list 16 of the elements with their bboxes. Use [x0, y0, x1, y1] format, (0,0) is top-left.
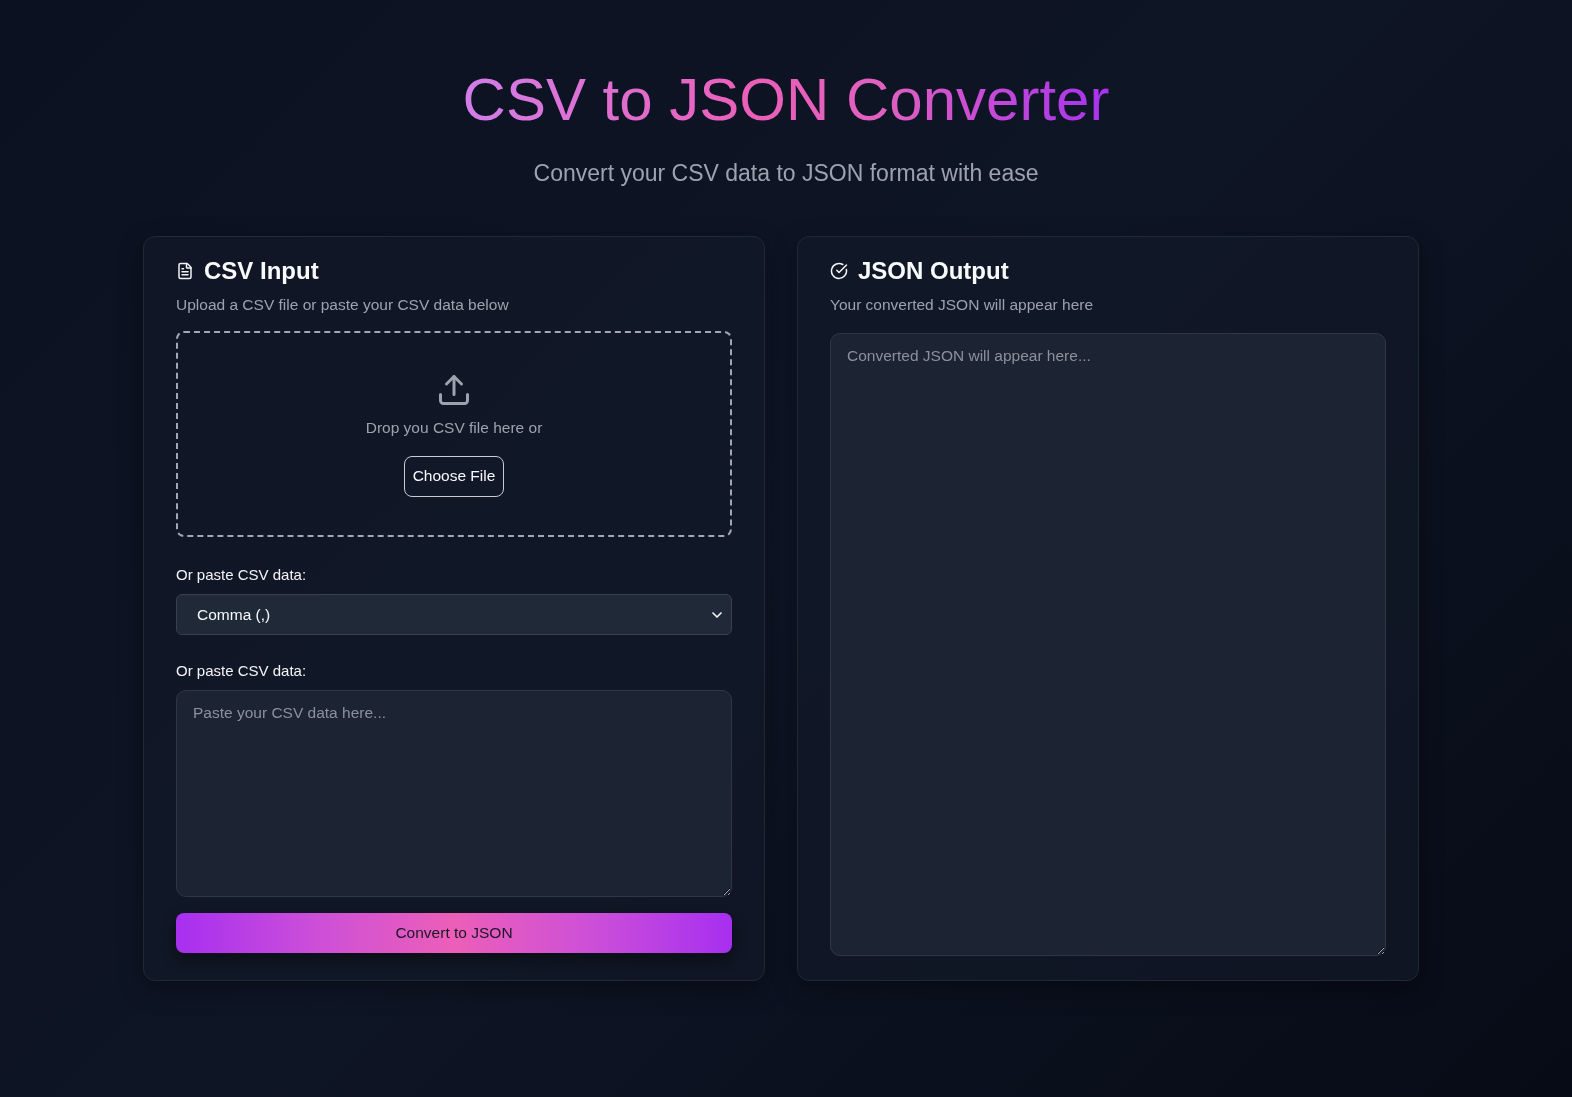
csv-data-field[interactable]: Paste your CSV data here... — [176, 690, 732, 897]
document-icon — [176, 262, 194, 280]
json-output-field[interactable]: Converted JSON will appear here... — [830, 333, 1386, 956]
delimiter-select[interactable]: Comma (,) — [176, 594, 732, 635]
page-subtitle: Convert your CSV data to JSON format with ease — [533, 159, 1039, 188]
field-label: Or paste CSV data: — [176, 565, 308, 585]
card-description: Upload a CSV file or paste your CSV data below — [176, 295, 510, 315]
field-label: Or paste CSV data: — [176, 661, 308, 681]
convert-button[interactable]: Convert to JSON — [176, 913, 732, 953]
check-circle-icon — [830, 262, 848, 280]
card-title: JSON Output — [858, 259, 1009, 283]
dropzone-text: Drop you CSV file here or — [365, 417, 543, 438]
card-description: Your converted JSON will appear here — [830, 295, 1095, 315]
file-dropzone[interactable]: Drop you CSV file here or Choose File — [176, 331, 732, 537]
choose-file-button[interactable]: Choose File — [403, 455, 505, 497]
card-title: CSV Input — [204, 259, 319, 283]
